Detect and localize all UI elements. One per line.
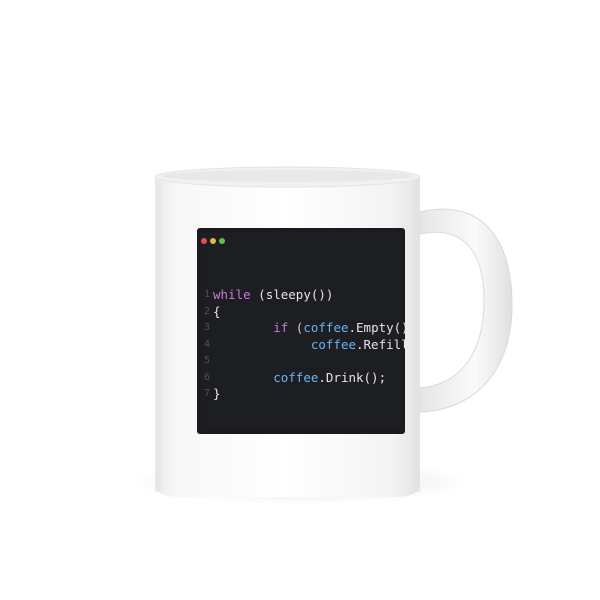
code-token: coffee: [310, 336, 356, 352]
code-token: while: [213, 287, 251, 302]
line-number: 2: [203, 305, 210, 317]
code-line-content: }: [213, 386, 221, 403]
line-number: 3: [203, 322, 210, 333]
code-token: (sleepy()): [250, 287, 334, 302]
code-block: 1while (sleepy())2{3 if (coffee.Empty())…: [199, 287, 405, 403]
code-line: 7}: [199, 386, 405, 403]
code-line-content: while (sleepy()): [213, 287, 333, 304]
code-line: 5: [199, 353, 405, 370]
code-line: 6 coffee.Drink();: [199, 370, 405, 387]
code-token: {: [213, 303, 221, 319]
mug-handle: [419, 208, 513, 413]
minimize-dot: [210, 238, 216, 244]
code-token: }: [213, 386, 221, 401]
window-controls: [201, 238, 225, 246]
code-line: 4 coffee.Refill();: [199, 337, 405, 354]
line-number: 7: [203, 388, 210, 399]
product-photo: 1while (sleepy())2{3 if (coffee.Empty())…: [0, 0, 600, 600]
code-line-content: coffee.Refill();: [213, 337, 405, 354]
code-line-content: if (coffee.Empty()): [213, 320, 405, 337]
code-editor-print: 1while (sleepy())2{3 if (coffee.Empty())…: [197, 228, 405, 434]
close-dot: [201, 238, 207, 244]
line-number: 6: [203, 371, 210, 383]
code-line: 2{: [199, 304, 405, 321]
code-token: .Empty()): [348, 320, 406, 335]
code-token: coffee: [273, 369, 319, 385]
code-line: 1 while (sleepy()): [199, 287, 405, 304]
line-number: 1: [203, 289, 210, 300]
line-number: 5: [203, 355, 210, 366]
code-token: .Refill();: [356, 336, 405, 352]
code-line-content: {: [213, 304, 221, 321]
line-number: 4: [203, 338, 210, 350]
code-token: (: [288, 320, 304, 335]
code-token: if: [273, 320, 289, 335]
maximize-dot: [219, 238, 225, 244]
code-token: coffee: [303, 320, 349, 335]
code-token: .Drink();: [318, 369, 387, 385]
code-line-content: coffee.Drink();: [213, 370, 386, 387]
code-line: 3 if (coffee.Empty()): [199, 320, 405, 337]
